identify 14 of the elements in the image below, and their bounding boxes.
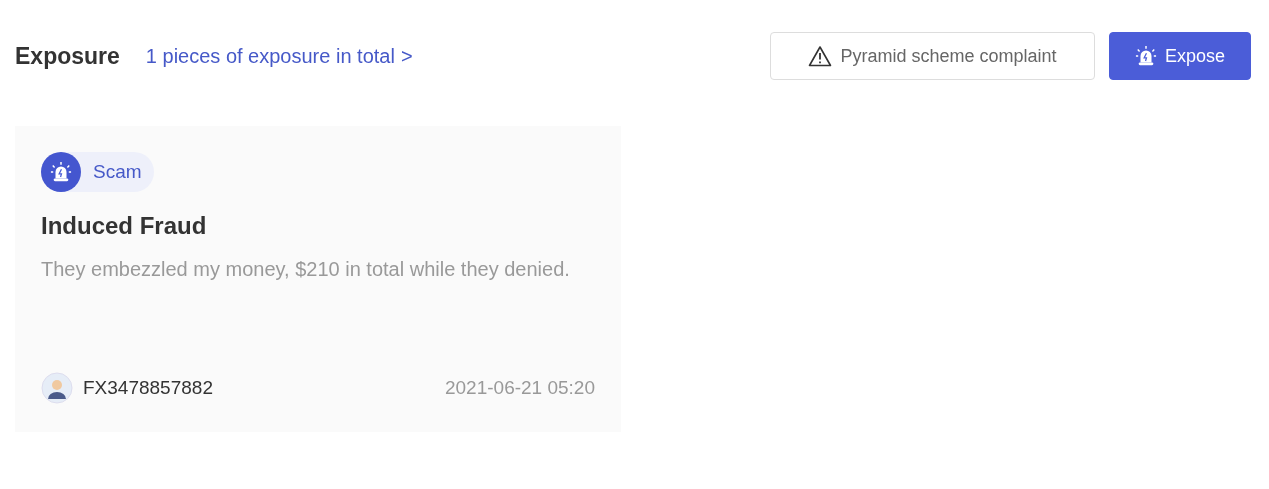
exposure-card[interactable]: Scam Induced Fraud They embezzled my money, $210 in total while they denied. FX3478857882 2021-06-21 05:20 [15,126,621,432]
category-tag: Scam [41,152,154,192]
warning-icon [808,45,833,67]
alarm-icon [1134,45,1157,67]
card-description: They embezzled my money, $210 in total while they denied. [41,257,571,282]
timestamp: 2021-06-21 05:20 [445,377,595,399]
expose-button[interactable]: Expose [1109,32,1251,80]
complaint-button[interactable]: Pyramid scheme complaint [770,32,1095,80]
card-title: Induced Fraud [41,212,208,240]
avatar-icon [41,372,73,404]
section-title: Exposure [15,42,120,70]
user-id: FX3478857882 [83,377,213,399]
alarm-icon [50,161,72,183]
exposure-count-link[interactable]: 1 pieces of exposure in total > [145,44,413,68]
